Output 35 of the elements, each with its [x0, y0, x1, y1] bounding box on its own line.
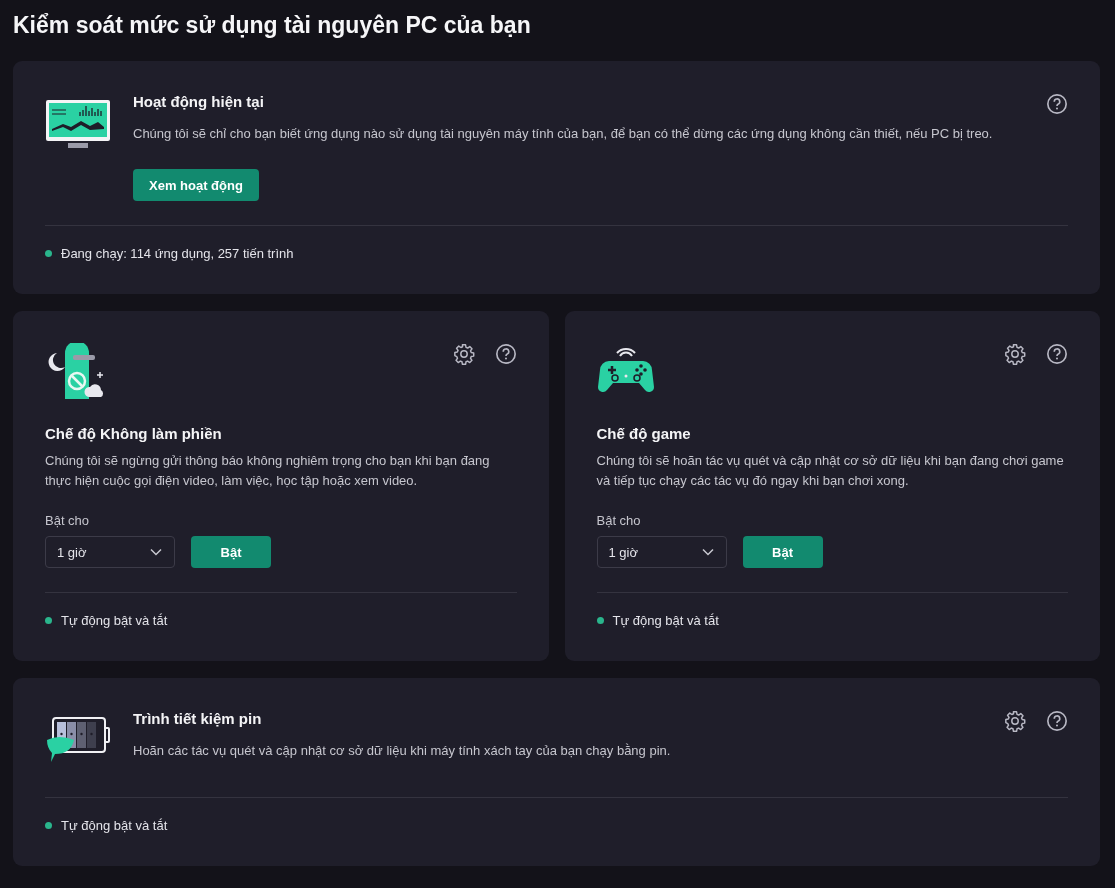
- battery-leaf-icon: [45, 716, 111, 764]
- card-description: Chúng tôi sẽ hoãn tác vụ quét và cập nhật cơ sở dữ liệu khi bạn đang chơi game và tiếp tục chạy các tác vụ đó ngay khi bạn chơi xong.: [596, 452, 1065, 490]
- card-description: Hoãn các tác vụ quét và cập nhật cơ sở dữ liệu khi máy tính xách tay của bạn chạy bằng pin.: [133, 742, 672, 760]
- duration-dropdown[interactable]: 1 giờ: [45, 536, 175, 568]
- settings-icon[interactable]: [1004, 710, 1026, 732]
- chevron-down-icon: [150, 548, 162, 556]
- status-text: Tự động bật và tắt: [61, 817, 168, 833]
- status-dot: [45, 249, 52, 257]
- enable-button[interactable]: Bật: [191, 536, 271, 568]
- duration-dropdown[interactable]: 1 giờ: [596, 536, 727, 568]
- status-dot: [45, 821, 52, 829]
- field-label: Bật cho: [45, 513, 91, 528]
- card-title: Chế độ game: [596, 425, 692, 442]
- status-text: Tự động bật và tắt: [61, 612, 168, 628]
- card-title: Trình tiết kiệm pin: [133, 710, 263, 727]
- field-label: Bật cho: [596, 513, 642, 528]
- status-text: Đang chạy: 114 ứng dụng, 257 tiến trình: [61, 245, 294, 261]
- help-icon[interactable]: [494, 343, 517, 365]
- enable-button[interactable]: Bật: [742, 536, 823, 568]
- card-title: Hoạt động hiện tại: [133, 93, 265, 110]
- status-dot: [45, 616, 52, 624]
- settings-icon[interactable]: [452, 343, 475, 365]
- help-icon[interactable]: [1046, 343, 1068, 365]
- card-title: Chế độ Không làm phiền: [45, 425, 223, 442]
- status-dot: [596, 616, 604, 624]
- help-icon[interactable]: [1046, 710, 1068, 732]
- page-title: Kiểm soát mức sử dụng tài nguyên PC của bạn: [13, 11, 532, 40]
- card-description: Chúng tôi sẽ ngừng gửi thông báo không nghiêm trọng cho bạn khi bạn đang thực hiện cuộc gọi điện video, làm việc, học tập hoặc xem video.: [45, 452, 491, 490]
- settings-icon[interactable]: [1004, 343, 1026, 365]
- chevron-down-icon: [701, 548, 714, 556]
- card-description: Chúng tôi sẽ chỉ cho bạn biết ứng dụng nào sử dụng tài nguyên máy tính của bạn, để bạn có thể dừng các ứng dụng không cần thiết, nếu PC bị treo.: [133, 125, 994, 143]
- help-icon[interactable]: [1046, 93, 1068, 115]
- monitor-chart-icon: [45, 99, 111, 151]
- status-text: Tự động bật và tắt: [612, 612, 719, 628]
- view-activity-button[interactable]: Xem hoạt động: [133, 169, 259, 201]
